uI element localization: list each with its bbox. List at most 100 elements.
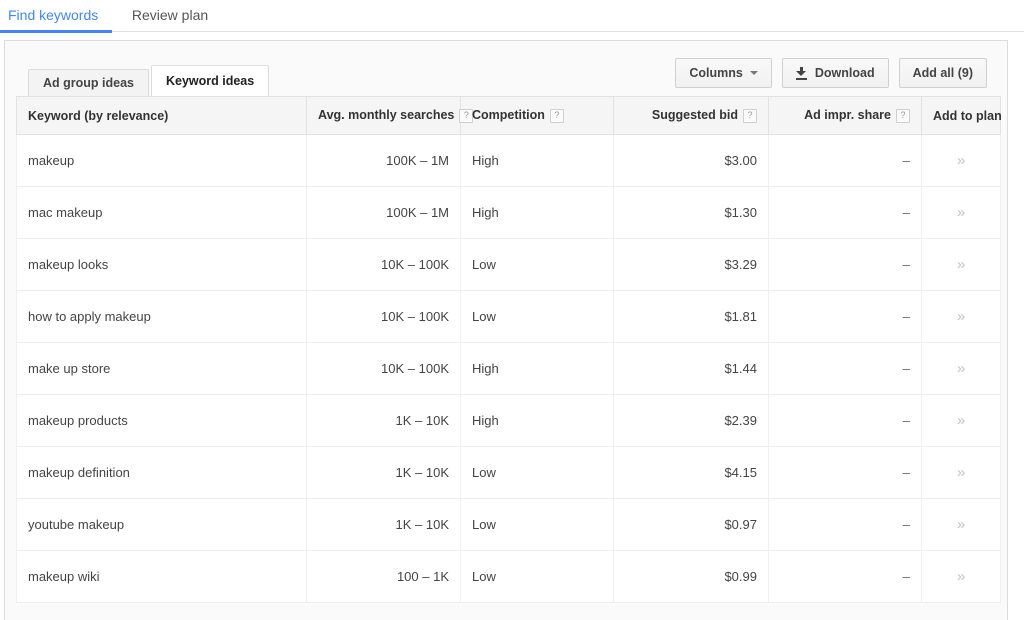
double-chevron-right-icon[interactable]: » (957, 204, 965, 221)
double-chevron-right-icon[interactable]: » (957, 360, 965, 377)
cell-suggested-bid: $1.30 (613, 186, 769, 239)
cell-avg-monthly-searches-value: 1K – 10K (395, 465, 450, 480)
download-button[interactable]: Download (781, 58, 889, 88)
cell-avg-monthly-searches-value: 100K – 1M (386, 205, 449, 220)
columns-button[interactable]: Columns (675, 58, 772, 88)
double-chevron-right-icon[interactable]: » (957, 516, 965, 533)
double-chevron-right-icon[interactable]: » (957, 412, 965, 429)
cell-suggested-bid: $1.44 (613, 342, 769, 395)
add-to-plan-button[interactable]: » (921, 238, 1001, 291)
cell-ad-impr-share-value: – (902, 517, 910, 532)
add-to-plan-button[interactable]: » (921, 186, 1001, 239)
cell-avg-monthly-searches: 10K – 100K (306, 290, 461, 343)
double-chevron-right-icon[interactable]: » (957, 568, 965, 585)
double-chevron-right-icon[interactable]: » (957, 464, 965, 481)
add-all-button[interactable]: Add all (9) (898, 58, 987, 88)
double-chevron-right-icon[interactable]: » (957, 256, 965, 273)
table-row[interactable]: makeup wiki 100 – 1K Low $0.99 – » (16, 550, 1001, 603)
cell-ad-impr-share: – (768, 342, 922, 395)
cell-competition: High (460, 134, 614, 187)
sub-tabs: Ad group ideas Keyword ideas (28, 65, 271, 96)
table-row[interactable]: youtube makeup 1K – 10K Low $0.97 – » (16, 498, 1001, 551)
table-row[interactable]: mac makeup 100K – 1M High $1.30 – » (16, 186, 1001, 239)
cell-suggested-bid: $0.99 (613, 550, 769, 603)
cell-suggested-bid-value: $0.99 (724, 569, 757, 584)
columns-button-label: Columns (689, 66, 743, 80)
cell-competition: High (460, 342, 614, 395)
add-to-plan-button[interactable]: » (921, 290, 1001, 343)
cell-avg-monthly-searches: 100K – 1M (306, 186, 461, 239)
cell-avg-monthly-searches-value: 10K – 100K (381, 257, 449, 272)
double-chevron-right-icon[interactable]: » (957, 152, 965, 169)
cell-competition-value: Low (472, 309, 496, 324)
table-body: makeup 100K – 1M High $3.00 – » mac makeup 100K… (16, 134, 1001, 603)
cell-keyword[interactable]: mac makeup (16, 186, 307, 239)
cell-avg-monthly-searches: 1K – 10K (306, 394, 461, 447)
cell-ad-impr-share: – (768, 186, 922, 239)
help-icon-competition[interactable]: ? (549, 109, 564, 123)
add-to-plan-button[interactable]: » (921, 134, 1001, 187)
cell-avg-monthly-searches: 10K – 100K (306, 342, 461, 395)
cell-ad-impr-share-value: – (902, 569, 910, 584)
cell-avg-monthly-searches-value: 1K – 10K (395, 413, 450, 428)
column-header-ad-impr-share[interactable]: Ad impr. share? (768, 96, 922, 135)
add-to-plan-button[interactable]: » (921, 498, 1001, 551)
table-row[interactable]: how to apply makeup 10K – 100K Low $1.81 – » (16, 290, 1001, 343)
download-button-label: Download (814, 66, 875, 80)
sub-tab-keyword-ideas[interactable]: Keyword ideas (150, 65, 270, 96)
sub-tab-ad-group-ideas[interactable]: Ad group ideas (28, 69, 149, 96)
table-toolbar: Ad group ideas Keyword ideas Columns Dow… (5, 41, 1007, 96)
cell-keyword[interactable]: makeup definition (16, 446, 307, 499)
table-row[interactable]: make up store 10K – 100K High $1.44 – » (16, 342, 1001, 395)
chevron-down-icon (749, 71, 758, 75)
cell-suggested-bid-value: $1.44 (724, 361, 757, 376)
cell-avg-monthly-searches: 1K – 10K (306, 446, 461, 499)
cell-suggested-bid-value: $1.81 (724, 309, 757, 324)
column-header-avg-monthly-searches-label: Avg. monthly searches (318, 108, 455, 122)
cell-competition-value: High (472, 413, 499, 428)
help-icon-suggested-bid[interactable]: ? (743, 109, 757, 123)
cell-keyword-value: makeup wiki (28, 569, 100, 584)
cell-suggested-bid-value: $4.15 (724, 465, 757, 480)
cell-keyword-value: makeup looks (28, 257, 109, 272)
cell-keyword[interactable]: how to apply makeup (16, 290, 307, 343)
cell-avg-monthly-searches: 100K – 1M (306, 134, 461, 187)
column-header-competition[interactable]: Competition? (460, 96, 614, 135)
cell-suggested-bid-value: $2.39 (724, 413, 757, 428)
top-nav: Find keywords Review plan (0, 0, 1024, 33)
add-to-plan-button[interactable]: » (921, 446, 1001, 499)
column-header-ad-impr-share-label: Ad impr. share (804, 108, 891, 122)
table-row[interactable]: makeup products 1K – 10K High $2.39 – » (16, 394, 1001, 447)
cell-avg-monthly-searches-value: 10K – 100K (381, 361, 449, 376)
cell-suggested-bid: $4.15 (613, 446, 769, 499)
cell-keyword[interactable]: makeup products (16, 394, 307, 447)
column-header-avg-monthly-searches[interactable]: Avg. monthly searches? (306, 96, 474, 135)
cell-competition-value: High (472, 153, 499, 168)
cell-avg-monthly-searches-value: 10K – 100K (381, 309, 449, 324)
cell-keyword[interactable]: makeup (16, 134, 307, 187)
column-header-suggested-bid-label: Suggested bid (651, 108, 738, 122)
column-header-add-to-plan: Add to plan (921, 96, 1002, 135)
cell-keyword-value: how to apply makeup (28, 309, 151, 324)
cell-keyword[interactable]: makeup looks (16, 238, 307, 291)
table-header-row: Keyword (by relevance) Avg. monthly sear… (16, 96, 1002, 135)
cell-suggested-bid-value: $3.00 (724, 153, 757, 168)
nav-tab-review-plan[interactable]: Review plan (116, 0, 224, 32)
table-row[interactable]: makeup 100K – 1M High $3.00 – » (16, 134, 1001, 187)
table-row[interactable]: makeup definition 1K – 10K Low $4.15 – » (16, 446, 1001, 499)
add-to-plan-button[interactable]: » (921, 342, 1001, 395)
add-to-plan-button[interactable]: » (921, 394, 1001, 447)
cell-suggested-bid-value: $3.29 (724, 257, 757, 272)
add-to-plan-button[interactable]: » (921, 550, 1001, 603)
help-icon-ad-impr-share[interactable]: ? (896, 109, 910, 123)
cell-ad-impr-share-value: – (902, 309, 910, 324)
column-header-suggested-bid[interactable]: Suggested bid? (613, 96, 769, 135)
nav-tab-find-keywords[interactable]: Find keywords (0, 0, 113, 33)
table-row[interactable]: makeup looks 10K – 100K Low $3.29 – » (16, 238, 1001, 291)
column-header-keyword[interactable]: Keyword (by relevance) (16, 96, 307, 135)
double-chevron-right-icon[interactable]: » (957, 308, 965, 325)
cell-keyword[interactable]: make up store (16, 342, 307, 395)
cell-keyword[interactable]: youtube makeup (16, 498, 307, 551)
cell-ad-impr-share: – (768, 394, 922, 447)
cell-keyword[interactable]: makeup wiki (16, 550, 307, 603)
